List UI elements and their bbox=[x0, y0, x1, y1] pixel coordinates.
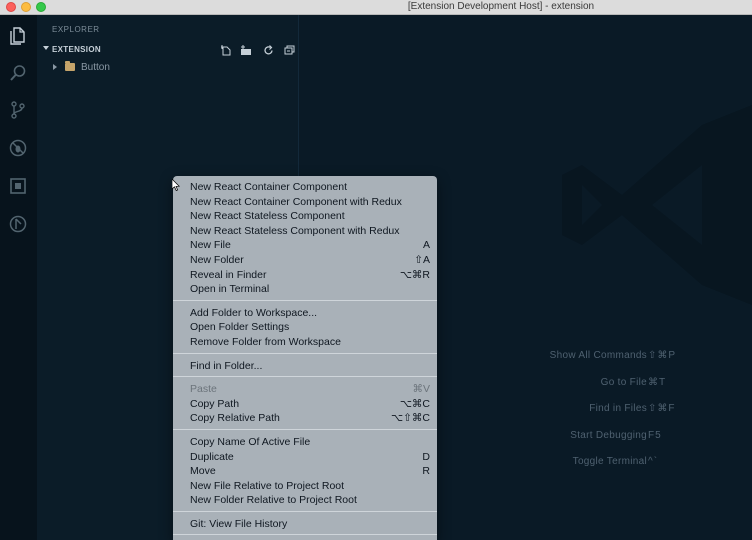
debug-icon[interactable] bbox=[6, 136, 30, 160]
menu-item-label: New Folder bbox=[190, 253, 244, 266]
shortcut-label: Start Debugging bbox=[570, 429, 647, 441]
title-bar: [Extension Development Host] - extension bbox=[0, 0, 752, 15]
new-folder-icon[interactable] bbox=[239, 43, 253, 57]
tree-item-folder[interactable]: Button bbox=[37, 61, 299, 75]
menu-item-label: New Folder Relative to Project Root bbox=[190, 494, 357, 507]
menu-item-find-in-folder[interactable]: Find in Folder... bbox=[173, 358, 437, 373]
menu-item-new-react-stateless-component-redux[interactable]: New React Stateless Component with Redux bbox=[173, 223, 437, 238]
menu-item-duplicate[interactable]: Duplicate D bbox=[173, 449, 437, 464]
menu-item-reveal-in-finder[interactable]: Reveal in Finder ⌥⌘R bbox=[173, 267, 437, 282]
menu-separator bbox=[173, 510, 437, 512]
menu-item-copy-relative-path[interactable]: Copy Relative Path ⌥⇧⌘C bbox=[173, 410, 437, 425]
menu-item-paste: Paste ⌘V bbox=[173, 381, 437, 396]
shortcut-row: Show All Commands ⇧⌘P bbox=[482, 350, 722, 377]
tree-item-label: Button bbox=[81, 62, 110, 73]
menu-item-add-folder-to-workspace[interactable]: Add Folder to Workspace... bbox=[173, 305, 437, 320]
menu-item-new-react-stateless-component[interactable]: New React Stateless Component bbox=[173, 208, 437, 223]
extensions-icon[interactable] bbox=[6, 174, 30, 198]
window-title: [Extension Development Host] - extension bbox=[407, 1, 595, 12]
source-control-icon[interactable] bbox=[6, 98, 30, 122]
shortcut-row: Start Debugging F5 bbox=[482, 430, 722, 457]
menu-item-label: New React Stateless Component bbox=[190, 210, 345, 223]
menu-item-label: New React Container Component bbox=[190, 181, 347, 193]
shortcut-label: Find in Files bbox=[589, 403, 647, 415]
chevron-right-icon bbox=[53, 64, 57, 70]
menu-item-label: Reveal in Finder bbox=[190, 268, 267, 281]
shortcut-row: Toggle Terminal ^` bbox=[482, 456, 722, 483]
menu-item-label: New React Stateless Component with Redux bbox=[190, 224, 400, 237]
shortcut-keys: ^` bbox=[648, 456, 659, 468]
context-menu: New React Container Component New React … bbox=[173, 176, 437, 540]
menu-item-label: Find in Folder... bbox=[190, 359, 263, 372]
folder-icon bbox=[65, 61, 75, 71]
search-icon[interactable] bbox=[6, 61, 30, 85]
explorer-title: EXPLORER bbox=[52, 25, 100, 34]
files-icon[interactable] bbox=[6, 24, 30, 48]
vscode-logo-watermark bbox=[562, 105, 752, 305]
menu-item-new-file-relative-to-root[interactable]: New File Relative to Project Root bbox=[173, 478, 437, 493]
menu-item-git-view-file-history[interactable]: Git: View File History bbox=[173, 516, 437, 531]
menu-item-shortcut: ⌥⌘R bbox=[399, 268, 430, 281]
mouse-pointer-icon bbox=[172, 179, 180, 191]
collapse-all-icon[interactable] bbox=[282, 43, 296, 57]
menu-item-label: Copy Relative Path bbox=[190, 412, 280, 425]
menu-item-label: Git: View File History bbox=[190, 517, 288, 530]
menu-item-label: Copy Name Of Active File bbox=[190, 435, 311, 448]
menu-item-copy-name-of-active-file[interactable]: Copy Name Of Active File bbox=[173, 434, 437, 449]
menu-separator bbox=[173, 352, 437, 354]
menu-item-label: Remove Folder from Workspace bbox=[190, 335, 341, 348]
menu-item-label: Paste bbox=[190, 383, 217, 396]
menu-item-shortcut: A bbox=[422, 239, 430, 252]
menu-item-new-folder-relative-to-root[interactable]: New Folder Relative to Project Root bbox=[173, 492, 437, 507]
menu-item-new-react-container-component[interactable]: New React Container Component bbox=[173, 179, 437, 194]
menu-item-shortcut: R bbox=[422, 465, 430, 478]
menu-item-label: Duplicate bbox=[190, 450, 234, 463]
shortcut-keys: F5 bbox=[648, 429, 662, 441]
menu-item-label: Move bbox=[190, 465, 216, 478]
menu-item-new-file[interactable]: New File A bbox=[173, 237, 437, 252]
workspace-section-label: EXTENSION bbox=[52, 45, 101, 54]
menu-item-shortcut: ⇧A bbox=[414, 253, 430, 266]
workspace-section-header[interactable]: EXTENSION bbox=[37, 43, 299, 57]
menu-item-shortcut: D bbox=[422, 450, 430, 463]
menu-item-move[interactable]: Move R bbox=[173, 463, 437, 478]
shortcut-hints: Show All Commands ⇧⌘P Go to File ⌘T Find… bbox=[482, 350, 722, 483]
menu-item-label: Open Folder Settings bbox=[190, 321, 290, 334]
menu-item-label: Add Folder to Workspace... bbox=[190, 306, 318, 319]
menu-item-new-folder[interactable]: New Folder ⇧A bbox=[173, 252, 437, 267]
refresh-icon[interactable] bbox=[261, 43, 275, 57]
menu-separator bbox=[173, 534, 437, 536]
menu-separator bbox=[173, 428, 437, 430]
new-file-icon[interactable] bbox=[219, 43, 233, 57]
menu-item-new-react-container-component-redux[interactable]: New React Container Component with Redux bbox=[173, 194, 437, 209]
menu-item-label: Open in Terminal bbox=[190, 283, 270, 296]
menu-separator bbox=[173, 376, 437, 378]
shortcut-row: Find in Files ⇧⌘F bbox=[482, 403, 722, 430]
menu-item-copy-path[interactable]: Copy Path ⌥⌘C bbox=[173, 396, 437, 411]
menu-item-open-in-terminal[interactable]: Open in Terminal bbox=[173, 281, 437, 296]
menu-separator bbox=[173, 299, 437, 301]
menu-item-label: Copy Path bbox=[190, 397, 240, 410]
menu-item-open-folder-settings[interactable]: Open Folder Settings bbox=[173, 319, 437, 334]
shortcut-row: Go to File ⌘T bbox=[482, 377, 722, 404]
shortcut-keys: ⌘T bbox=[648, 376, 667, 388]
shortcut-label: Toggle Terminal bbox=[572, 456, 647, 468]
menu-item-label: New React Container Component with Redux bbox=[190, 195, 402, 208]
shortcut-label: Go to File bbox=[600, 376, 647, 388]
menu-item-remove-folder-from-workspace[interactable]: Remove Folder from Workspace bbox=[173, 334, 437, 349]
menu-item-shortcut: ⌥⇧⌘C bbox=[391, 412, 430, 425]
shortcut-label: Show All Commands bbox=[549, 350, 647, 361]
menu-item-shortcut: ⌥⌘C bbox=[399, 397, 430, 410]
menu-item-label: New File Relative to Project Root bbox=[190, 479, 345, 492]
activity-bar bbox=[0, 15, 37, 540]
menu-item-label: New File bbox=[190, 239, 231, 252]
menu-item-shortcut: ⌘V bbox=[412, 383, 430, 396]
history-icon[interactable] bbox=[6, 212, 30, 236]
shortcut-keys: ⇧⌘F bbox=[648, 403, 676, 415]
chevron-down-icon bbox=[43, 46, 49, 50]
shortcut-keys: ⇧⌘P bbox=[648, 350, 677, 361]
